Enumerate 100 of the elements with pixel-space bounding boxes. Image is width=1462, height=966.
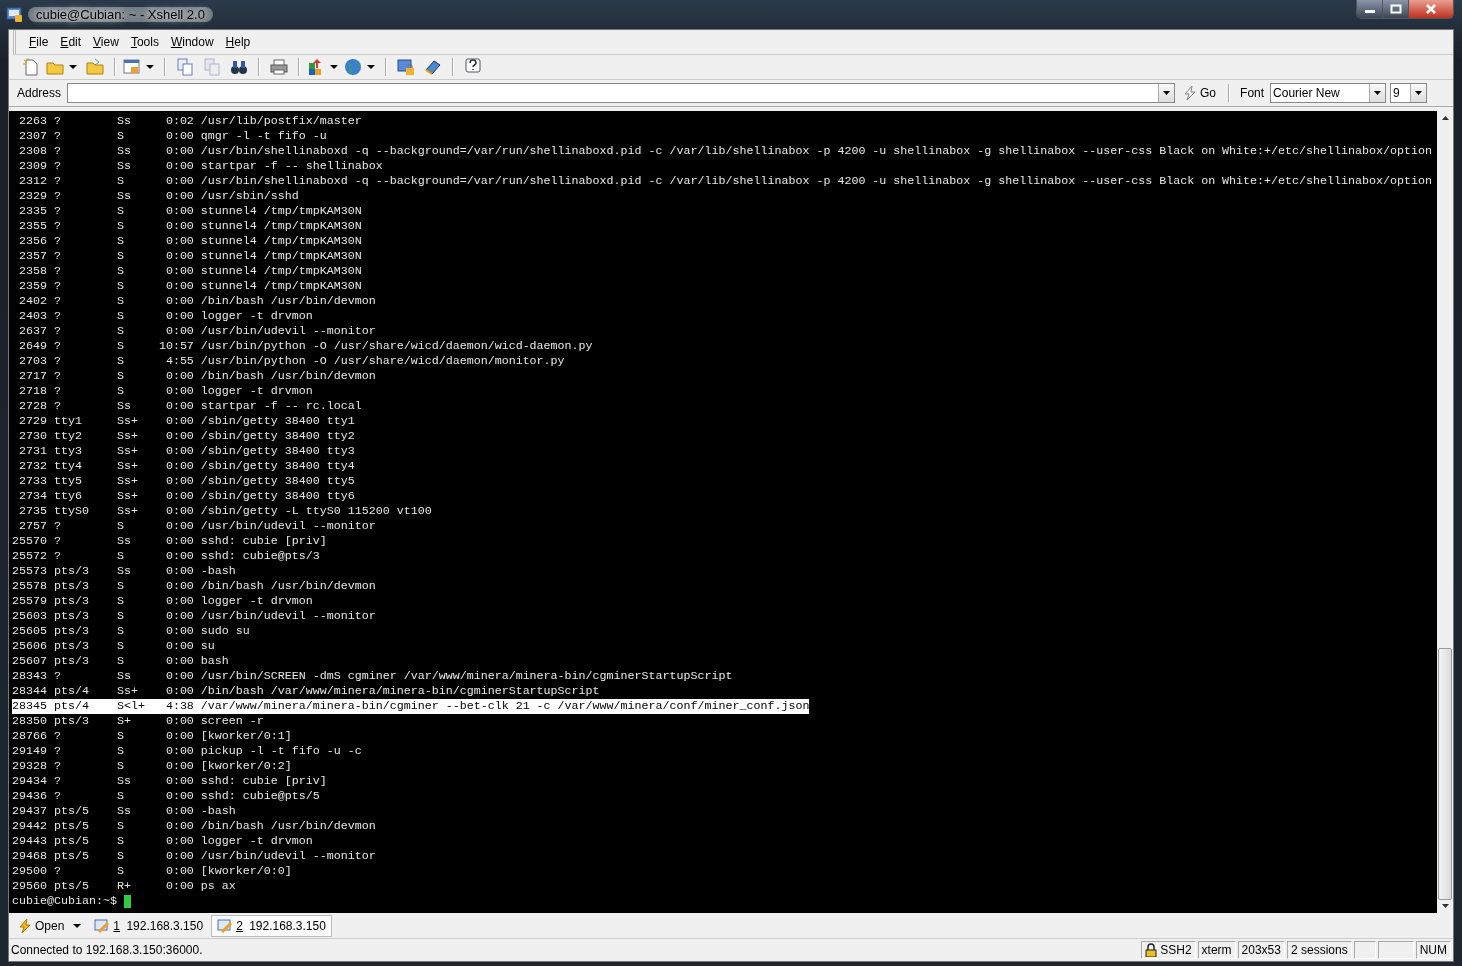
copy-icon [176,57,194,76]
terminal-line: 28344 pts/4 Ss+ 0:00 /bin/bash /var/www/minera/minera-bin/cgminerStartupScript [12,683,600,699]
globe-icon [344,57,362,76]
terminal-line: 2718 ? S 0:00 logger -t drvmon [18,383,313,399]
terminal-line: 2757 ? S 0:00 /usr/bin/udevil --monitor [18,518,376,534]
terminal-line: 25572 ? S 0:00 sshd: cubie@pts/3 [12,548,320,564]
terminal-line: 28766 ? S 0:00 [kworker/0:1] [12,728,292,744]
terminal-line: 2309 ? Ss 0:00 startpar -f -- shellinabox [18,158,383,174]
menu-item[interactable]: View [88,35,124,49]
caret-icon [367,64,375,69]
terminal-line: 2703 ? S 4:55 /usr/bin/python -O /usr/share/wicd/daemon/monitor.py [18,353,565,369]
caret-icon [69,64,77,69]
terminal-line: 2733 tty5 Ss+ 0:00 /sbin/getty 38400 tty5 [18,473,355,489]
address-label: Address [16,85,63,100]
window-icon [123,57,141,76]
dropdown-icon [1374,90,1382,95]
terminal-line: 2637 ? S 0:00 /usr/bin/udevil --monitor [18,323,376,339]
terminal-line: 2731 tty3 Ss+ 0:00 /sbin/getty 38400 tty3 [18,443,355,459]
terminal-line: 29436 ? S 0:00 sshd: cubie@pts/5 [12,788,320,804]
close-button[interactable] [1409,0,1453,18]
scroll-down-icon[interactable] [1441,904,1449,909]
terminal-line: 2649 ? S 10:57 /usr/bin/python -O /usr/share/wicd/daemon/wicd-daemon.py [18,338,593,354]
session-icon [217,918,234,933]
menu-item[interactable]: Tools [125,35,164,49]
terminal-line: 29328 ? S 0:00 [kworker/0:2] [12,758,292,774]
sessions-count: 2 sessions [1286,941,1352,959]
terminal-line: 29443 pts/5 S 0:00 logger -t drvmon [12,833,313,849]
terminal-line: 2728 ? Ss 0:00 startpar -f -- rc.local [18,398,362,414]
terminal-line: 28350 pts/3 S+ 0:00 screen -r [12,713,264,729]
caret-icon [146,64,154,69]
lock-icon [397,57,415,76]
lock-icon [1145,943,1158,957]
protocol-label: SSH2 [1160,943,1192,957]
terminal-line: 2329 ? Ss 0:00 /usr/sbin/sshd [18,188,299,204]
help-icon [464,57,482,76]
terminal-line: 25603 pts/3 S 0:00 /usr/bin/udevil --monitor [12,608,376,624]
terminal-line: 25606 pts/3 S 0:00 su [12,638,215,654]
maximize-button[interactable] [1383,0,1409,18]
terminal-size-label: 203x53 [1237,941,1285,959]
new-document-icon [22,57,40,76]
font-size-dropdown[interactable]: 9 [1390,82,1428,103]
lightning-icon [1183,85,1198,100]
num-lock-indicator: NUM [1415,941,1451,959]
terminal-line: 2263 ? Ss 0:02 /usr/lib/postfix/master [18,113,362,129]
session-tab[interactable]: 2 192.168.3.150 [211,914,332,937]
terminal-line: 29442 pts/5 S 0:00 /bin/bash /usr/bin/devmon [12,818,376,834]
terminal-line: 2357 ? S 0:00 stunnel4 /tmp/tmpKAM30N [18,248,362,264]
terminal-line: 25578 pts/3 S 0:00 /bin/bash /usr/bin/devmon [12,578,376,594]
terminal-line: 29500 ? S 0:00 [kworker/0:0] [12,863,292,879]
terminal-line: 2403 ? S 0:00 logger -t drvmon [18,308,313,324]
terminal-line: 28343 ? Ss 0:00 /usr/bin/SCREEN -dmS cgminer /var/www/minera/minera-bin/cgminerStartupScript [12,668,733,684]
terminal-type-label: xterm [1197,941,1236,959]
terminal-line: 29437 pts/5 Ss 0:00 -bash [12,803,236,819]
menu-item[interactable]: Window [165,35,219,49]
maximize-icon [1389,4,1402,14]
shell-prompt: cubie@Cubian:~$ [12,893,117,909]
terminal-line: 25579 pts/3 S 0:00 logger -t drvmon [12,593,313,609]
terminal-line: 2335 ? S 0:00 stunnel4 /tmp/tmpKAM30N [18,203,362,219]
minimize-button[interactable] [1357,0,1383,18]
terminal-line: 25573 pts/3 Ss 0:00 -bash [12,563,236,579]
status-message: Connected to 192.168.3.150:36000. [11,943,204,957]
terminal-line: 2307 ? S 0:00 qmgr -l -t fifo -u [18,128,327,144]
go-button[interactable]: Go [1179,85,1221,100]
menu-item[interactable]: Edit [55,35,87,49]
dropdown-icon [1163,90,1171,95]
terminal-line: 2312 ? S 0:00 /usr/bin/shellinaboxd -q --background=/var/run/shellinaboxd.pid -c /var/lib/shellinabox -p 4200 -u shellinabox -g shellinabox --user-css Black on White:+/etc/shellinabox/option [18,173,1432,189]
terminal-line: 2735 ttyS0 Ss+ 0:00 /sbin/getty -L ttyS0 115200 vt100 [18,503,432,519]
terminal-line: 29468 pts/5 S 0:00 /usr/bin/udevil --monitor [12,848,376,864]
terminal-line: 2358 ? S 0:00 stunnel4 /tmp/tmpKAM30N [18,263,362,279]
font-label: Font [1239,85,1266,100]
terminal-line: 29149 ? S 0:00 pickup -l -t fifo -u -c [12,743,362,759]
caret-icon [73,923,82,928]
lightning-icon [18,918,32,933]
paste-icon [203,57,221,76]
status-cell [1377,941,1414,959]
address-field[interactable] [67,82,1176,103]
terminal-icon [6,6,24,23]
caret-icon [330,64,338,69]
terminal-line: 2717 ? S 0:00 /bin/bash /usr/bin/devmon [18,368,376,384]
terminal-line: 2730 tty2 Ss+ 0:00 /sbin/getty 38400 tty2 [18,428,355,444]
terminal-line: 2308 ? Ss 0:00 /usr/bin/shellinaboxd -q --background=/var/run/shellinaboxd.pid -c /var/lib/shellinabox -p 4200 -u shellinabox -g shellinabox --user-css Black on White:+/etc/shellinabox/option [18,143,1432,159]
menu-item[interactable]: File [24,35,54,49]
session-icon [94,918,111,933]
terminal-line: 25605 pts/3 S 0:00 sudo su [12,623,250,639]
scroll-up-icon[interactable] [1441,115,1449,120]
text-cursor [123,894,131,908]
open-button[interactable]: Open [13,914,87,937]
terminal-line: 29434 ? Ss 0:00 sshd: cubie [priv] [12,773,327,789]
menu-item[interactable]: Help [220,35,256,49]
session-tab[interactable]: 1 192.168.3.150 [88,914,210,937]
terminal-line: 2402 ? S 0:00 /bin/bash /usr/bin/devmon [18,293,376,309]
terminal-line: 2734 tty6 Ss+ 0:00 /sbin/getty 38400 tty6 [18,488,355,504]
terminal-line: 2356 ? S 0:00 stunnel4 /tmp/tmpKAM30N [18,233,362,249]
scroll-thumb[interactable] [1438,648,1452,901]
terminal-screen[interactable] [9,110,1453,914]
close-icon [1425,4,1437,14]
scrollbar[interactable] [1437,110,1453,914]
terminal-line: 25570 ? Ss 0:00 sshd: cubie [priv] [12,533,327,549]
terminal-line: 29560 pts/5 R+ 0:00 ps ax [12,878,236,894]
font-dropdown[interactable]: Courier New [1270,82,1387,103]
